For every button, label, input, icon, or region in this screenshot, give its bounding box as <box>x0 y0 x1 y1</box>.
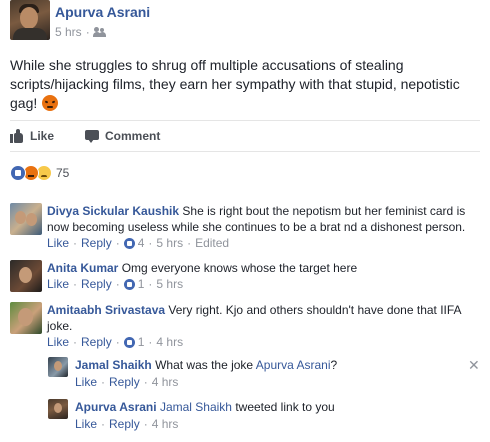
like-count-icon <box>123 336 135 348</box>
reply-actions: Like · Reply · 4 hrs <box>75 417 179 431</box>
replier-name[interactable]: Apurva Asrani <box>75 400 157 414</box>
comment: Amitaabh Srivastava Very right. Kjo and … <box>10 302 480 350</box>
reply: Apurva Asrani Jamal Shaikh tweeted link … <box>48 399 480 433</box>
comment-text: Omg everyone knows whose the target here <box>121 261 358 275</box>
comment-like-link[interactable]: Like <box>47 236 69 250</box>
comment-like-count[interactable]: 4 <box>138 236 145 250</box>
post-header: Apurva Asrani 5 hrs · <box>10 0 480 44</box>
reply-like-link[interactable]: Like <box>75 375 97 389</box>
thumbs-up-icon <box>10 129 24 143</box>
reaction-count[interactable]: 75 <box>56 166 69 180</box>
like-count-icon <box>123 237 135 249</box>
reply-mention[interactable]: Jamal Shaikh <box>160 400 232 414</box>
commenter-name[interactable]: Divya Sickular Kaushik <box>47 204 179 218</box>
comment-actions: Like · Reply · 1 · 4 hrs <box>47 335 184 349</box>
like-button[interactable]: Like <box>10 129 54 143</box>
like-reaction-icon <box>10 165 26 181</box>
commenter-avatar[interactable] <box>10 260 42 292</box>
comment-edited[interactable]: Edited <box>195 236 229 250</box>
angry-emoji-icon <box>42 95 59 111</box>
comment-body: Divya Sickular Kaushik She is right bout… <box>47 203 472 235</box>
post-text: While she struggles to shrug off multipl… <box>10 56 488 113</box>
comment-actions: Like · Reply · 1 · 5 hrs <box>47 277 184 291</box>
reply-body: Jamal Shaikh What was the joke Apurva As… <box>75 357 455 373</box>
reply-text: What was the joke <box>155 358 256 372</box>
post-body: While she struggles to shrug off multipl… <box>10 57 460 111</box>
comment-reply-link[interactable]: Reply <box>81 277 112 291</box>
comment-body: Amitaabh Srivastava Very right. Kjo and … <box>47 302 467 334</box>
speech-bubble-icon <box>85 130 99 143</box>
commenter-avatar[interactable] <box>10 203 42 235</box>
meta-separator: · <box>85 25 90 39</box>
like-button-label: Like <box>30 129 55 143</box>
author-name[interactable]: Apurva Asrani <box>55 4 150 20</box>
comment-like-count[interactable]: 1 <box>138 335 145 349</box>
reply-actions: Like · Reply · 4 hrs <box>75 375 179 389</box>
reply-time[interactable]: 4 hrs <box>152 375 179 389</box>
comment-actions: Like · Reply · 4 · 5 hrs · Edited <box>47 236 230 250</box>
comment: Anita Kumar Omg everyone knows whose the… <box>10 260 480 292</box>
comment-like-count[interactable]: 1 <box>138 277 145 291</box>
reply-time[interactable]: 4 hrs <box>152 417 179 431</box>
reply-reply-link[interactable]: Reply <box>109 417 140 431</box>
comment-reply-link[interactable]: Reply <box>81 335 112 349</box>
comment-button[interactable]: Comment <box>85 129 160 143</box>
comment-like-link[interactable]: Like <box>47 277 69 291</box>
comment-reply-link[interactable]: Reply <box>81 236 112 250</box>
friends-icon[interactable] <box>92 27 106 37</box>
comment-body: Anita Kumar Omg everyone knows whose the… <box>47 260 472 276</box>
comment-time[interactable]: 5 hrs <box>156 277 183 291</box>
like-count-icon <box>123 278 135 290</box>
reply-body: Apurva Asrani Jamal Shaikh tweeted link … <box>75 399 455 415</box>
commenter-avatar[interactable] <box>10 302 42 334</box>
reply-text-end: ? <box>330 358 338 372</box>
post-meta: 5 hrs · <box>55 25 106 39</box>
replier-avatar[interactable] <box>48 399 68 419</box>
reply-reply-link[interactable]: Reply <box>109 375 140 389</box>
reply-text: tweeted link to you <box>231 400 335 414</box>
reaction-summary[interactable]: 75 <box>10 164 69 182</box>
reply-mention[interactable]: Apurva Asrani <box>256 358 331 372</box>
comment-time[interactable]: 4 hrs <box>156 335 183 349</box>
replier-name[interactable]: Jamal Shaikh <box>75 358 152 372</box>
post-action-bar: Like Comment <box>10 120 480 152</box>
author-avatar[interactable] <box>10 0 50 40</box>
close-icon[interactable]: ✕ <box>468 357 480 374</box>
comment-time[interactable]: 5 hrs <box>156 236 183 250</box>
comment: Divya Sickular Kaushik She is right bout… <box>10 203 480 251</box>
reply: Jamal Shaikh What was the joke Apurva As… <box>48 357 480 391</box>
commenter-name[interactable]: Anita Kumar <box>47 261 118 275</box>
replier-avatar[interactable] <box>48 357 68 377</box>
comment-button-label: Comment <box>105 129 161 143</box>
comment-like-link[interactable]: Like <box>47 335 69 349</box>
post-time[interactable]: 5 hrs <box>55 25 82 39</box>
commenter-name[interactable]: Amitaabh Srivastava <box>47 303 165 317</box>
reply-like-link[interactable]: Like <box>75 417 97 431</box>
